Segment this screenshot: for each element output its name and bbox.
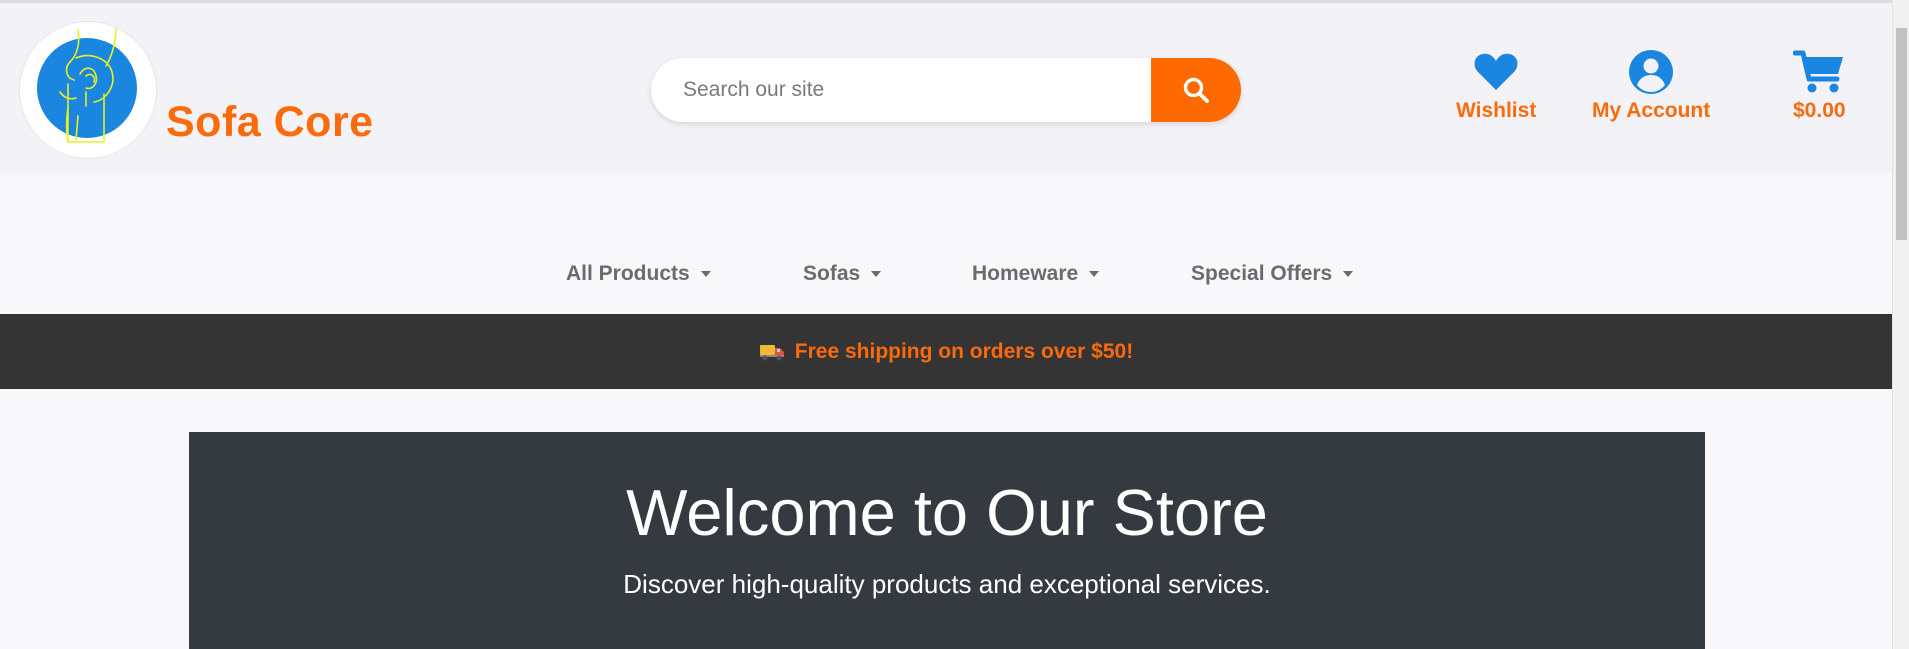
caret-down-icon — [1343, 271, 1354, 277]
search-icon — [1183, 77, 1209, 103]
scrollbar-thumb[interactable] — [1896, 28, 1907, 240]
nav-item-label: Homeware — [972, 262, 1079, 285]
free-shipping-text: Free shipping on orders over $50! — [794, 339, 1134, 363]
heart-icon — [1474, 53, 1518, 90]
site-header: Sofa Core Wishlist My Account — [0, 3, 1892, 173]
shopping-bag-hand-icon — [37, 27, 137, 143]
wishlist-link[interactable]: Wishlist — [1456, 49, 1536, 123]
my-account-label: My Account — [1592, 99, 1711, 122]
search-input[interactable] — [651, 58, 1151, 122]
caret-down-icon — [700, 271, 711, 277]
cart-link[interactable]: $0.00 — [1793, 49, 1846, 123]
my-account-link[interactable]: My Account — [1592, 49, 1710, 123]
hero-banner: Welcome to Our Store Discover high-quali… — [189, 432, 1705, 649]
nav-item-all-products[interactable]: All Products — [566, 262, 711, 286]
nav-item-label: Special Offers — [1191, 262, 1333, 285]
cart-total: $0.00 — [1793, 99, 1846, 122]
delivery-truck-icon — [759, 344, 784, 360]
search-button[interactable] — [1151, 58, 1241, 122]
search-bar — [651, 58, 1241, 122]
user-icon — [1629, 50, 1674, 94]
page-scrollbar[interactable] — [1892, 0, 1909, 649]
nav-item-sofas[interactable]: Sofas — [803, 262, 882, 286]
nav-item-homeware[interactable]: Homeware — [972, 262, 1100, 286]
hero-title: Welcome to Our Store — [626, 476, 1268, 549]
free-shipping-banner: Free shipping on orders over $50! — [0, 314, 1892, 389]
nav-item-label: All Products — [566, 262, 690, 285]
wishlist-label: Wishlist — [1456, 99, 1537, 122]
caret-down-icon — [1089, 271, 1100, 277]
caret-down-icon — [871, 271, 882, 277]
brand-logo[interactable] — [19, 21, 157, 159]
main-nav — [0, 173, 1892, 314]
nav-item-label: Sofas — [803, 262, 861, 285]
brand-name[interactable]: Sofa Core — [166, 98, 374, 147]
cart-icon — [1793, 50, 1844, 93]
nav-item-special-offers[interactable]: Special Offers — [1191, 262, 1354, 286]
hero-subtitle: Discover high-quality products and excep… — [623, 569, 1271, 599]
